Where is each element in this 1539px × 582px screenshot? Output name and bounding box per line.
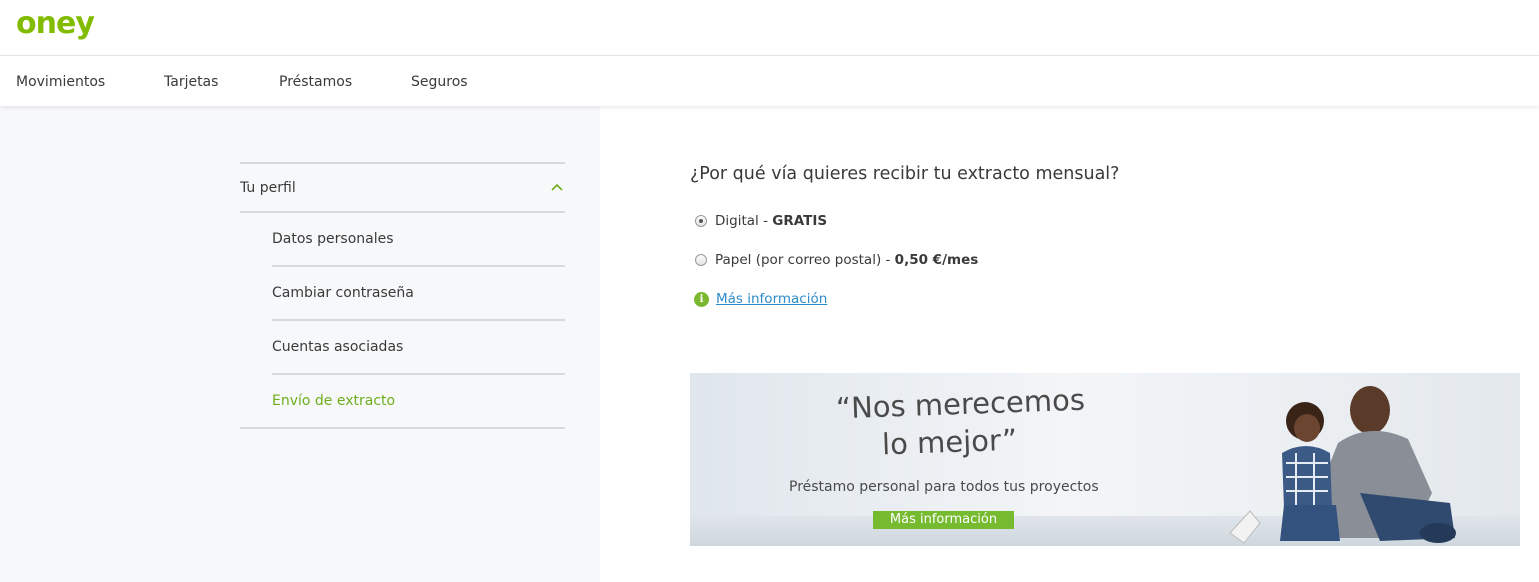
banner-cta-button[interactable]: Más información xyxy=(873,511,1014,529)
nav-item-seguros[interactable]: Seguros xyxy=(411,56,468,106)
nav-item-tarjetas[interactable]: Tarjetas xyxy=(164,56,218,106)
banner-subtitle: Préstamo personal para todos tus proyect… xyxy=(789,479,1099,495)
sidebar-item-label: Cambiar contraseña xyxy=(272,285,414,301)
option-digital-label: Digital - GRATIS xyxy=(715,213,828,229)
sidebar-item-datos-personales[interactable]: Datos personales xyxy=(272,213,565,267)
nav-item-movimientos[interactable]: Movimientos xyxy=(16,56,105,106)
sidebar-item-cambiar-contrasena[interactable]: Cambiar contraseña xyxy=(272,267,565,321)
option-digital-price: GRATIS xyxy=(772,213,828,229)
oney-logo[interactable]: oney xyxy=(16,6,95,42)
loan-banner[interactable]: “Nos merecemos lo mejor” Préstamo person… xyxy=(690,373,1520,546)
banner-quote-line2: lo mejor” xyxy=(881,422,1018,462)
option-digital[interactable]: Digital - GRATIS xyxy=(695,211,827,231)
main-nav: Movimientos Tarjetas Préstamos Seguros xyxy=(0,56,1539,106)
profile-submenu: Datos personales Cambiar contraseña Cuen… xyxy=(272,213,565,429)
more-info-row: i Más información xyxy=(694,291,827,307)
app-header: oney xyxy=(0,0,1539,56)
option-papel[interactable]: Papel (por correo postal) - 0,50 €/mes xyxy=(695,250,978,270)
sidebar-item-envio-extracto[interactable]: Envío de extracto xyxy=(272,375,565,429)
option-papel-price: 0,50 €/mes xyxy=(894,252,979,268)
profile-menu-header[interactable]: Tu perfil xyxy=(240,162,565,213)
nav-item-prestamos[interactable]: Préstamos xyxy=(279,56,352,106)
profile-menu-title: Tu perfil xyxy=(240,180,296,196)
chevron-up-icon xyxy=(551,183,563,191)
sidebar-item-cuentas-asociadas[interactable]: Cuentas asociadas xyxy=(272,321,565,375)
banner-photo-people xyxy=(1229,386,1456,544)
banner-quote-line1: “Nos merecemos xyxy=(835,382,1086,426)
more-info-link[interactable]: Más información xyxy=(716,291,827,307)
radio-papel[interactable] xyxy=(695,254,707,266)
sidebar-item-label: Cuentas asociadas xyxy=(272,339,404,355)
info-icon: i xyxy=(694,291,709,307)
page-title: ¿Por qué vía quieres recibir tu extracto… xyxy=(690,164,1120,184)
profile-menu: Tu perfil Datos personales Cambiar contr… xyxy=(240,162,565,429)
menu-divider xyxy=(240,427,565,429)
radio-digital[interactable] xyxy=(695,215,707,227)
sidebar-item-label: Datos personales xyxy=(272,231,394,247)
sidebar-item-label: Envío de extracto xyxy=(272,393,396,409)
option-papel-label: Papel (por correo postal) - 0,50 €/mes xyxy=(715,252,979,268)
